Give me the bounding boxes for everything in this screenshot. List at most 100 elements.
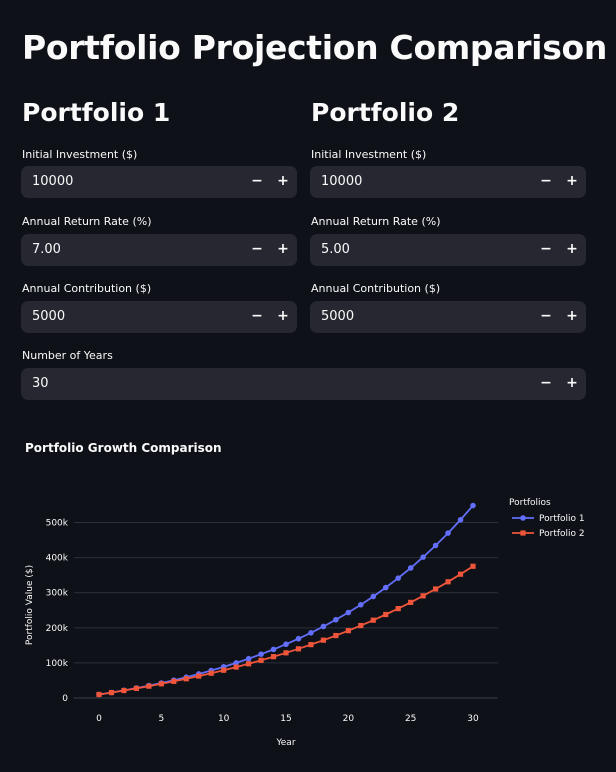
portfolio-2-initial-label: Initial Investment ($): [311, 148, 427, 161]
series-2-point: [295, 646, 302, 652]
series-1-point: [320, 623, 327, 630]
decrement-button[interactable]: −: [533, 166, 559, 198]
series-2-point: [320, 637, 326, 643]
x-tick-label: 30: [467, 714, 479, 724]
input-value[interactable]: 5.00: [321, 234, 350, 266]
grid: [74, 522, 498, 699]
x-tick-label: 5: [158, 714, 164, 724]
increment-button[interactable]: +: [559, 234, 585, 266]
series-1-point: [470, 502, 476, 509]
x-tick-label: 25: [405, 714, 416, 724]
series-1-point: [345, 609, 352, 616]
portfolio-1-contribution-label: Annual Contribution ($): [22, 282, 152, 295]
x-tick-label: 15: [280, 714, 291, 724]
increment-button[interactable]: +: [559, 166, 585, 198]
portfolio-growth-chart: 0 100k 200k 300k 400k 500k 0 5 10 15 20 25 30 Portfo…: [25, 498, 585, 748]
series-2-point: [345, 628, 351, 634]
decrement-button[interactable]: −: [533, 301, 559, 333]
y-tick-label: 0: [62, 694, 68, 704]
series-1-point: [283, 641, 289, 648]
series-1-point: [382, 584, 389, 591]
series-2-point: [146, 683, 152, 689]
series: [96, 502, 476, 698]
series-2-line: [98, 565, 474, 696]
decrement-button[interactable]: −: [533, 368, 559, 400]
series-1-point: [370, 593, 377, 600]
increment-button[interactable]: +: [270, 166, 296, 198]
portfolio-2-initial-input[interactable]: 10000 − +: [310, 166, 586, 198]
decrement-button[interactable]: −: [244, 166, 270, 198]
legend: Portfolios Portfolio 1 Portfolio 2: [509, 498, 585, 539]
y-tick-label: 400k: [46, 554, 69, 564]
input-value[interactable]: 10000: [321, 166, 362, 198]
series-2-point: [308, 642, 314, 648]
series-2-point: [158, 681, 164, 687]
portfolio-2-contribution-input[interactable]: 5000 − +: [310, 301, 586, 333]
portfolio-1-title: Portfolio 1: [22, 98, 171, 127]
series-1-point: [407, 565, 414, 571]
series-2-point: [108, 689, 115, 696]
legend-swatch-marker: [520, 515, 526, 521]
increment-button[interactable]: +: [559, 301, 585, 333]
decrement-button[interactable]: −: [244, 301, 270, 333]
input-value[interactable]: 5000: [32, 301, 65, 333]
increment-button[interactable]: +: [270, 234, 296, 266]
portfolio-1-initial-input[interactable]: 10000 − +: [21, 166, 297, 198]
series-2-point: [457, 571, 464, 577]
series-2-point: [221, 667, 227, 673]
x-tick-label: 10: [218, 714, 230, 724]
series-2-point: [358, 622, 364, 629]
input-value[interactable]: 10000: [32, 166, 73, 198]
series-2-point: [171, 678, 177, 684]
x-tick-label: 20: [343, 714, 355, 724]
series-2-point: [433, 586, 439, 592]
series-2-point: [246, 661, 252, 667]
decrement-button[interactable]: −: [533, 234, 559, 266]
input-value[interactable]: 30: [32, 368, 49, 400]
y-tick-label: 200k: [46, 624, 69, 634]
portfolio-1-initial-label: Initial Investment ($): [22, 148, 138, 161]
series-1-point: [333, 616, 339, 623]
series-2-point: [96, 691, 102, 698]
page-title: Portfolio Projection Comparison: [22, 28, 608, 67]
x-axis-label: Year: [275, 738, 295, 748]
series-1-point: [445, 530, 451, 536]
portfolio-2-contribution-label: Annual Contribution ($): [311, 282, 441, 295]
series-2-point: [133, 685, 139, 692]
series-1-point: [245, 655, 252, 662]
portfolio-2-rate-input[interactable]: 5.00 − +: [310, 234, 586, 266]
series-2-point: [470, 563, 476, 569]
y-tick-label: 500k: [46, 519, 69, 529]
series-2-point: [420, 593, 426, 599]
legend-entry-label: Portfolio 1: [539, 514, 585, 524]
y-axis-label: Portfolio Value ($): [25, 565, 35, 645]
series-2-point: [208, 670, 214, 676]
series-2-point: [270, 654, 277, 660]
y-tick-label: 100k: [46, 659, 69, 669]
portfolio-1-rate-input[interactable]: 7.00 − +: [21, 234, 297, 266]
increment-button[interactable]: +: [270, 301, 296, 333]
increment-button[interactable]: +: [559, 368, 585, 400]
input-value[interactable]: 5000: [321, 301, 354, 333]
y-tick-label: 300k: [46, 589, 69, 599]
series-1-point: [432, 542, 439, 549]
portfolio-1-contribution-input[interactable]: 5000 − +: [21, 301, 297, 333]
series-1-point: [308, 630, 314, 636]
portfolio-2-rate-label: Annual Return Rate (%): [311, 215, 441, 228]
years-input[interactable]: 30 − +: [21, 368, 586, 400]
series-2-point: [370, 617, 376, 623]
series-2-point: [283, 650, 289, 656]
series-2-point: [408, 599, 414, 605]
series-2-point: [395, 606, 401, 612]
legend-swatch-marker: [520, 530, 526, 536]
series-2-point: [333, 632, 339, 639]
series-1-point: [295, 635, 302, 642]
years-label: Number of Years: [22, 349, 113, 362]
chart-title: Portfolio Growth Comparison: [25, 441, 222, 455]
series-2-point: [196, 673, 202, 679]
decrement-button[interactable]: −: [244, 234, 270, 266]
input-value[interactable]: 7.00: [32, 234, 61, 266]
series-2-point: [233, 664, 239, 670]
series-2-point: [445, 579, 451, 585]
legend-title: Portfolios: [509, 498, 551, 508]
